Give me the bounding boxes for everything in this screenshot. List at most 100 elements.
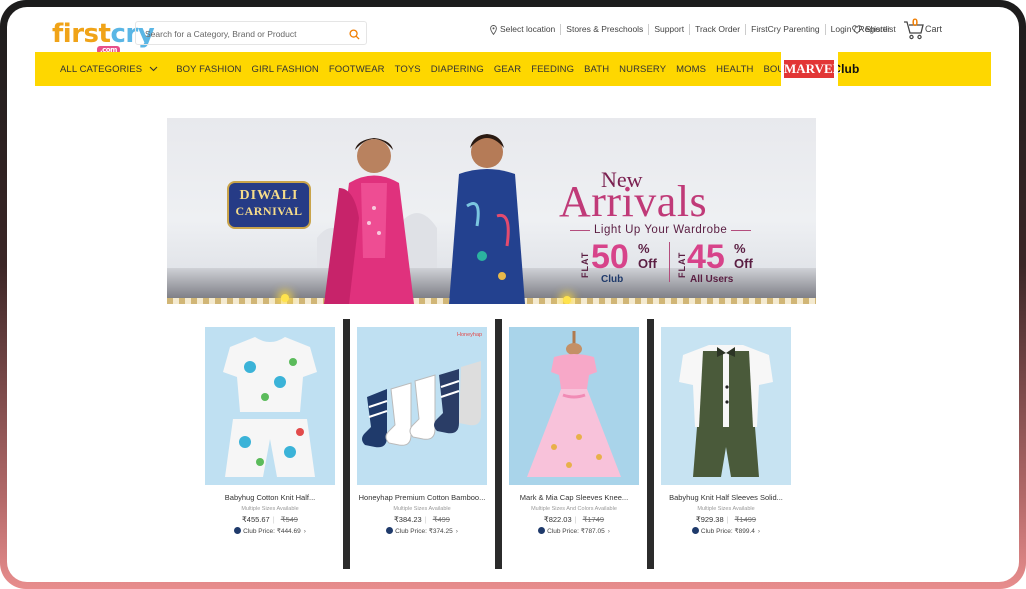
search-icon[interactable] bbox=[349, 27, 360, 45]
page: firstcry .com Select location Stores & P… bbox=[7, 7, 1019, 582]
product-image[interactable] bbox=[509, 327, 639, 485]
product-name[interactable]: Mark & Mia Cap Sleeves Knee... bbox=[503, 493, 645, 502]
club-price-link[interactable]: Club Price: ₹787.05 › bbox=[509, 527, 639, 535]
carousel-divider bbox=[647, 319, 654, 569]
product-name[interactable]: Honeyhap Premium Cotton Bamboo... bbox=[351, 493, 493, 502]
chevron-right-icon: › bbox=[455, 528, 458, 535]
top-links: Select location Stores & Preschools Supp… bbox=[485, 24, 895, 35]
nav-feeding[interactable]: FEEDING bbox=[531, 64, 574, 75]
offer2-flat-label: FLAT bbox=[677, 251, 687, 278]
carousel-divider bbox=[495, 319, 502, 569]
cart-button[interactable]: 0 Cart bbox=[903, 17, 943, 40]
shortlist-label: Shortlist bbox=[865, 24, 896, 34]
brand-tag: Honeyhap bbox=[457, 332, 482, 338]
offer1-value: 50 bbox=[591, 238, 629, 276]
cart-count-badge: 0 bbox=[912, 17, 919, 29]
window-frame: firstcry .com Select location Stores & P… bbox=[0, 0, 1026, 589]
chevron-right-icon: › bbox=[607, 528, 610, 535]
hero-banner[interactable]: DIWALI CARNIVAL New Arrivals Light Up Yo… bbox=[167, 118, 816, 304]
support-link[interactable]: Support bbox=[649, 24, 691, 35]
stores-preschools-link[interactable]: Stores & Preschools bbox=[561, 24, 650, 35]
search-input[interactable] bbox=[143, 25, 342, 43]
nav-nursery[interactable]: NURSERY bbox=[619, 64, 666, 75]
girl-model-image bbox=[324, 138, 414, 304]
product-price-row: ₹929.38 | ₹1499 bbox=[695, 515, 757, 524]
badge-line-2: CARNIVAL bbox=[235, 204, 303, 218]
club-price: Club Price: ₹444.69 bbox=[243, 528, 301, 535]
club-icon bbox=[386, 527, 394, 534]
nav-footwear[interactable]: FOOTWEAR bbox=[329, 64, 385, 75]
location-pin-icon bbox=[490, 24, 497, 35]
product-price-row: ₹384.23 | ₹499 bbox=[394, 515, 450, 524]
category-nav: ALL CATEGORIES BOY FASHION GIRL FASHION … bbox=[35, 52, 991, 86]
nav-girl-fashion[interactable]: GIRL FASHION bbox=[252, 64, 319, 75]
track-order-link[interactable]: Track Order bbox=[690, 24, 747, 35]
nav-bath[interactable]: BATH bbox=[584, 64, 609, 75]
badge-line-1: DIWALI bbox=[239, 188, 299, 203]
chevron-right-icon: › bbox=[303, 528, 306, 535]
diwali-carnival-badge: DIWALI CARNIVAL bbox=[227, 181, 311, 229]
marvel-link[interactable]: MARVEL bbox=[781, 52, 842, 86]
logo-part-1: first bbox=[52, 19, 111, 49]
club-price-link[interactable]: Club Price: ₹374.25 › bbox=[357, 527, 487, 535]
boy-model-image bbox=[449, 134, 525, 304]
offer1-pct: % bbox=[638, 241, 650, 256]
offer-divider bbox=[669, 242, 670, 282]
offer2-value: 45 bbox=[687, 238, 725, 276]
product-availability: Multiple Sizes Available bbox=[241, 506, 299, 512]
select-location-label: Select location bbox=[500, 24, 556, 34]
banner-arrivals-text: Arrivals bbox=[559, 177, 708, 226]
offer2-pct: % bbox=[734, 241, 746, 256]
nav-diapering[interactable]: DIAPERING bbox=[431, 64, 484, 75]
product-mrp: ₹1749 bbox=[582, 515, 605, 524]
club-price-link[interactable]: Club Price: ₹899.4 › bbox=[661, 527, 791, 535]
nav-boy-fashion[interactable]: BOY FASHION bbox=[176, 64, 241, 75]
banner-subtitle: Light Up Your Wardrobe bbox=[569, 224, 752, 236]
select-location-link[interactable]: Select location bbox=[485, 24, 562, 35]
all-categories-menu[interactable]: ALL CATEGORIES bbox=[60, 64, 158, 75]
club-price: Club Price: ₹787.05 bbox=[547, 528, 605, 535]
offer2-off: Off bbox=[734, 256, 753, 271]
club-price: Club Price: ₹374.25 bbox=[395, 528, 453, 535]
carousel-divider bbox=[343, 319, 350, 569]
product-price-row: ₹455.67 | ₹549 bbox=[242, 515, 298, 524]
product-mrp: ₹499 bbox=[432, 515, 450, 524]
firstcry-parenting-link[interactable]: FirstCry Parenting bbox=[746, 24, 826, 35]
search-box bbox=[135, 21, 367, 45]
offer1-club-label: Club bbox=[601, 274, 624, 285]
nav-toys[interactable]: TOYS bbox=[395, 64, 421, 75]
heart-icon bbox=[852, 24, 862, 34]
product-price-row: ₹822.03 | ₹1749 bbox=[543, 515, 605, 524]
product-image[interactable] bbox=[205, 327, 335, 485]
product-name[interactable]: Babyhug Cotton Knit Half... bbox=[199, 493, 341, 502]
offer1-off: Off bbox=[638, 256, 657, 271]
chevron-down-icon bbox=[149, 66, 158, 72]
diya-lamp-icon bbox=[281, 294, 289, 302]
offer1-flat-label: FLAT bbox=[580, 251, 590, 278]
club-price: Club Price: ₹899.4 bbox=[700, 528, 755, 535]
product-image[interactable]: Honeyhap bbox=[357, 327, 487, 485]
marvel-logo: MARVEL bbox=[784, 60, 842, 78]
club-price-link[interactable]: Club Price: ₹444.69 › bbox=[205, 527, 335, 535]
product-mrp: ₹1499 bbox=[734, 515, 757, 524]
cart-label: Cart bbox=[925, 24, 943, 34]
product-price: ₹929.38 bbox=[695, 515, 724, 524]
shortlist-link[interactable]: Shortlist bbox=[852, 24, 896, 34]
product-availability: Multiple Sizes Available bbox=[697, 506, 755, 512]
offer2-users-label: All Users bbox=[690, 274, 734, 285]
nav-moms[interactable]: MOMS bbox=[676, 64, 706, 75]
product-price: ₹455.67 bbox=[242, 515, 270, 524]
product-price: ₹822.03 bbox=[543, 515, 572, 524]
product-mrp: ₹549 bbox=[280, 515, 298, 524]
product-availability: Multiple Sizes And Colors Available bbox=[531, 506, 617, 512]
product-availability: Multiple Sizes Available bbox=[393, 506, 451, 512]
nav-gear[interactable]: GEAR bbox=[494, 64, 521, 75]
all-categories-label: ALL CATEGORIES bbox=[60, 63, 143, 75]
club-icon bbox=[691, 527, 699, 534]
product-image[interactable] bbox=[661, 327, 791, 485]
product-name[interactable]: Babyhug Knit Half Sleeves Solid... bbox=[655, 493, 797, 502]
chevron-right-icon: › bbox=[757, 528, 761, 535]
diya-lamp-icon bbox=[563, 296, 571, 304]
nav-health[interactable]: HEALTH bbox=[716, 64, 753, 75]
club-icon bbox=[234, 527, 242, 534]
